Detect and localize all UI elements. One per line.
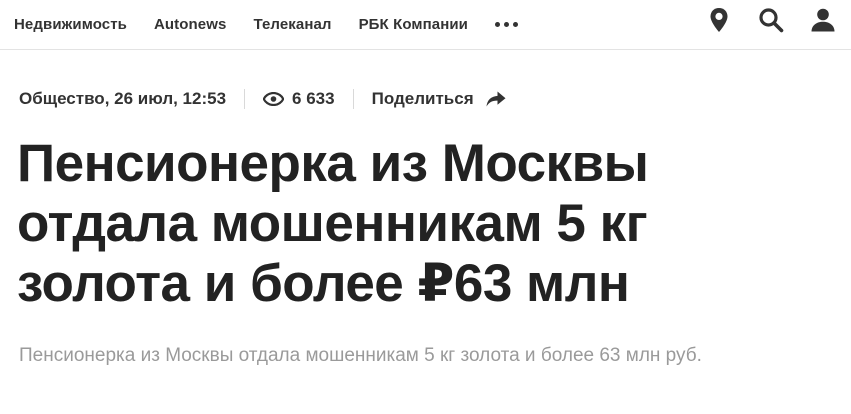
article-views: 6 633 (263, 89, 335, 109)
nav-item-autonews[interactable]: Autonews (154, 16, 226, 33)
article-meta: Общество, 26 июл, 12:53 6 633 Поделиться (19, 86, 506, 112)
nav-item-realty[interactable]: Недвижимость (14, 16, 127, 33)
share-arrow-icon (486, 91, 506, 107)
article-category-date[interactable]: Общество, 26 июл, 12:53 (19, 89, 226, 109)
share-button[interactable]: Поделиться (372, 89, 506, 109)
meta-divider (352, 89, 354, 109)
nav-item-companies[interactable]: РБК Компании (359, 16, 468, 33)
user-icon[interactable] (809, 6, 837, 34)
location-pin-icon[interactable] (705, 6, 733, 34)
share-label: Поделиться (371, 89, 474, 108)
meta-divider (244, 89, 246, 109)
header-actions (705, 0, 837, 40)
search-icon[interactable] (757, 6, 785, 34)
article-lead: Пенсионерка из Москвы отдала мошенникам … (19, 345, 702, 366)
views-count: 6 633 (292, 89, 335, 108)
nav-item-tv[interactable]: Телеканал (253, 16, 331, 33)
more-dots-icon[interactable] (495, 15, 518, 35)
eye-icon (263, 92, 285, 106)
article-headline: Пенсионерка из Москвы отдала мошенникам … (17, 134, 649, 313)
top-navigation-bar: Недвижимость Autonews Телеканал РБК Комп… (0, 0, 851, 50)
